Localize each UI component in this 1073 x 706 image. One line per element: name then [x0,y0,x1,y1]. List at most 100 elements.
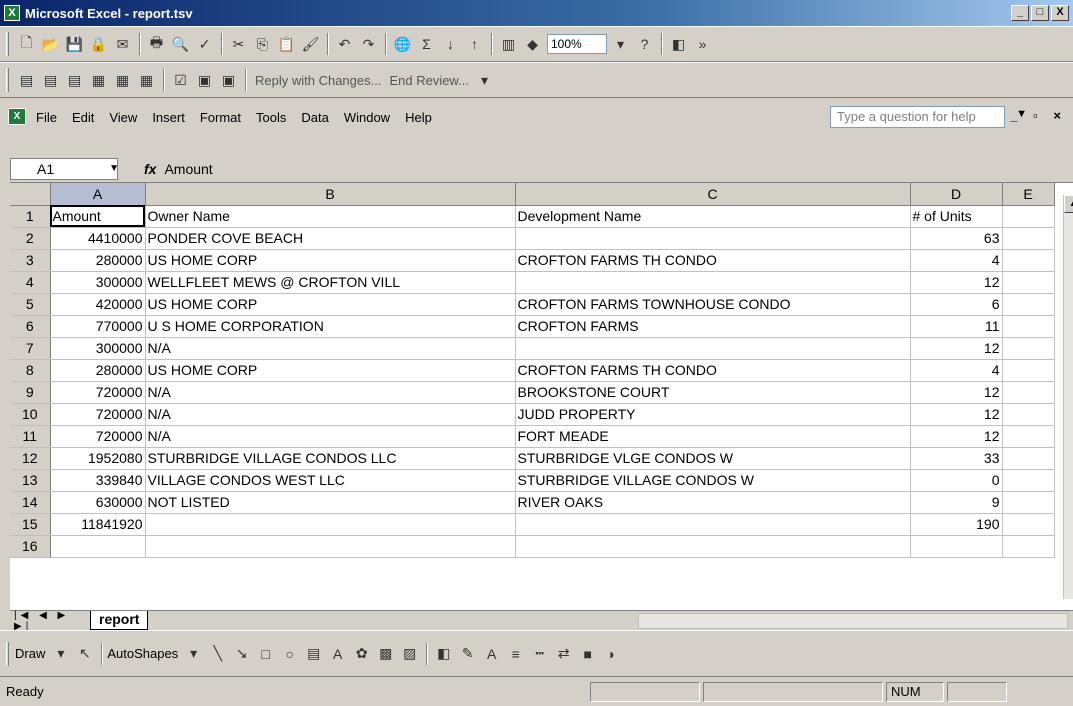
cell-amount[interactable]: 720000 [50,425,146,448]
review-icon-4[interactable]: ▦ [87,69,110,92]
autoshapes-menu-button[interactable]: AutoShapes [107,646,178,661]
cell-development-name[interactable] [515,227,911,250]
sort-descending-icon[interactable]: ↑ [463,33,486,56]
checkbox-icon[interactable]: ☑ [169,69,192,92]
row-header[interactable]: 6 [10,315,51,338]
reply-with-changes-button[interactable]: Reply with Changes... [255,73,381,88]
horizontal-scrollbar[interactable] [638,613,1068,629]
column-header-b[interactable]: B [145,183,516,206]
cell-units[interactable]: 12 [910,403,1003,426]
cell-units[interactable]: 12 [910,425,1003,448]
review-icon-8[interactable]: ▣ [193,69,216,92]
cell-amount[interactable]: 339840 [50,469,146,492]
menu-view[interactable]: View [109,108,137,128]
cell-development-name[interactable]: RIVER OAKS [515,491,911,514]
cell-empty[interactable] [1002,469,1055,492]
textbox-icon[interactable]: ▤ [302,642,325,665]
cell-amount[interactable]: 720000 [50,403,146,426]
menu-format[interactable]: Format [200,108,241,128]
cell-development-name[interactable]: CROFTON FARMS [515,315,911,338]
cell-owner-name[interactable]: US HOME CORP [145,359,516,382]
drawing-icon[interactable]: ◆ [521,33,544,56]
review-icon-5[interactable]: ▦ [111,69,134,92]
menu-tools[interactable]: Tools [256,108,286,128]
cell-units[interactable]: 4 [910,249,1003,272]
cell-units[interactable]: 4 [910,359,1003,382]
cell-development-name[interactable] [515,337,911,360]
zoom-select[interactable]: 100% [547,34,607,54]
row-header[interactable]: 10 [10,403,51,426]
document-window-controls[interactable]: _ ▫ × [1010,108,1067,123]
cell-amount[interactable]: 280000 [50,249,146,272]
row-header[interactable]: 7 [10,337,51,360]
cell-amount[interactable]: 4410000 [50,227,146,250]
workbook-icon[interactable]: X [8,108,26,125]
redo-icon[interactable]: ↷ [357,33,380,56]
spelling-icon[interactable]: ✓ [193,33,216,56]
row-header[interactable]: 16 [10,535,51,558]
copy-icon[interactable]: ⎘ [251,33,274,56]
cell-owner-name[interactable]: STURBRIDGE VILLAGE CONDOS LLC [145,447,516,470]
email-icon[interactable]: ✉ [111,33,134,56]
cell-development-name[interactable]: FORT MEADE [515,425,911,448]
review-icon-9[interactable]: ▣ [217,69,240,92]
menu-data[interactable]: Data [301,108,328,128]
menu-file[interactable]: File [36,108,57,128]
cell-development-name[interactable]: Development Name [515,205,911,228]
cell-amount[interactable]: 420000 [50,293,146,316]
function-icon[interactable]: fx [144,161,156,177]
row-header[interactable]: 15 [10,513,51,536]
undo-icon[interactable]: ↶ [333,33,356,56]
font-color-icon[interactable]: A [480,642,503,665]
cell-empty[interactable] [1002,227,1055,250]
cell-owner-name[interactable] [145,535,516,558]
cell-owner-name[interactable] [145,513,516,536]
row-header[interactable]: 4 [10,271,51,294]
cell-amount[interactable] [50,535,146,558]
cell-empty[interactable] [1002,337,1055,360]
cell-empty[interactable] [1002,249,1055,272]
cell-development-name[interactable]: STURBRIDGE VILLAGE CONDOS W [515,469,911,492]
cell-empty[interactable] [1002,205,1055,228]
diagram-icon[interactable]: ✿ [350,642,373,665]
paste-icon[interactable]: 📋 [275,33,298,56]
cell-units[interactable]: 11 [910,315,1003,338]
cell-development-name[interactable] [515,271,911,294]
cell-empty[interactable] [1002,513,1055,536]
cell-amount[interactable]: Amount [50,205,146,228]
cell-owner-name[interactable]: N/A [145,425,516,448]
sheet-tab-report[interactable]: report [90,611,149,630]
cell-empty[interactable] [1002,425,1055,448]
chevron-down-icon[interactable]: ▾ [609,33,632,56]
spreadsheet-grid[interactable]: A B C D E 1 Amount Owner Name Development N… [10,182,1073,610]
cell-units[interactable]: 9 [910,491,1003,514]
cell-amount[interactable]: 720000 [50,381,146,404]
cell-owner-name[interactable]: WELLFLEET MEWS @ CROFTON VILL [145,271,516,294]
cell-units[interactable]: 190 [910,513,1003,536]
3d-icon[interactable]: ◗ [600,642,623,665]
cell-amount[interactable]: 11841920 [50,513,146,536]
permission-icon[interactable]: 🔒 [87,33,110,56]
select-all-corner[interactable] [10,183,51,206]
column-header-a[interactable]: A [50,183,146,206]
name-box[interactable]: A1 ▼ [10,158,119,180]
cell-units[interactable]: 0 [910,469,1003,492]
open-icon[interactable]: 📂 [39,33,62,56]
sheet-navigation-arrows[interactable]: |◀ ◀ ▶ ▶| [10,610,90,632]
format-painter-icon[interactable]: 🖌 [299,33,322,56]
column-header-d[interactable]: D [910,183,1003,206]
sort-ascending-icon[interactable]: ↓ [439,33,462,56]
chevron-down-icon[interactable]: ▼ [109,159,119,179]
cell-owner-name[interactable]: N/A [145,381,516,404]
oval-icon[interactable]: ○ [278,642,301,665]
cut-icon[interactable]: ✂ [227,33,250,56]
cell-development-name[interactable]: BROOKSTONE COURT [515,381,911,404]
cell-owner-name[interactable]: NOT LISTED [145,491,516,514]
rectangle-icon[interactable]: □ [254,642,277,665]
cell-development-name[interactable] [515,513,911,536]
toolbar-options-icon[interactable]: ▾ [473,69,496,92]
cell-owner-name[interactable]: US HOME CORP [145,249,516,272]
cell-empty[interactable] [1002,381,1055,404]
row-header[interactable]: 8 [10,359,51,382]
cell-units[interactable] [910,535,1003,558]
